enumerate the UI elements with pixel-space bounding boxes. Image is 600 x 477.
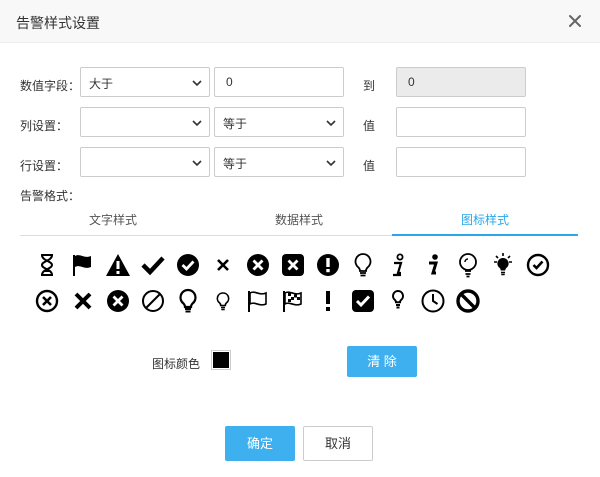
x-circle-solid-icon[interactable] (105, 288, 131, 314)
tab-data-style[interactable]: 数据样式 (206, 205, 392, 236)
icon-color-swatch[interactable] (211, 350, 231, 370)
column-select[interactable] (80, 107, 210, 137)
confirm-button[interactable]: 确定 (225, 426, 295, 461)
check-icon[interactable] (140, 252, 166, 278)
ban-outline-icon[interactable] (140, 288, 166, 314)
flag-icon[interactable] (70, 252, 96, 278)
numeric-field-label: 数值字段： (20, 79, 81, 93)
x-circle-outline-icon[interactable] (34, 288, 60, 314)
column-value-label: 值 (363, 119, 376, 133)
operator-select[interactable]: 大于 (80, 67, 210, 97)
chevron-down-icon (192, 80, 202, 87)
clear-button[interactable]: 清 除 (347, 346, 417, 377)
color-fill (213, 352, 229, 368)
to-label: 到 (363, 79, 376, 93)
ban-icon[interactable] (455, 288, 481, 314)
dialog-title: 告警样式设置 (16, 15, 100, 31)
checkered-flag-icon[interactable] (280, 288, 306, 314)
check-circle-outline-icon[interactable] (525, 252, 551, 278)
info-outline-icon[interactable] (385, 252, 411, 278)
warning-triangle-icon[interactable] (105, 252, 131, 278)
column-setting-label: 列设置： (20, 119, 69, 133)
to-value-text: 0 (408, 75, 415, 89)
x-bold-icon[interactable] (70, 288, 96, 314)
to-value-input[interactable]: 0 (396, 67, 526, 97)
x-icon[interactable] (210, 252, 236, 278)
icon-color-label: 图标颜色 (152, 357, 201, 371)
dialog-titlebar: 告警样式设置 (0, 0, 600, 43)
tab-text-style[interactable]: 文字样式 (20, 205, 206, 236)
lightbulb-circle-outline-icon[interactable] (455, 252, 481, 278)
chevron-down-icon (192, 120, 202, 127)
lightbulb-glow-icon[interactable] (490, 252, 516, 278)
x-square-icon[interactable] (280, 252, 306, 278)
check-square-icon[interactable] (350, 288, 376, 314)
check-circle-icon[interactable] (175, 252, 201, 278)
field-value-input[interactable]: 0 (214, 67, 344, 97)
row-value-label: 值 (363, 159, 376, 173)
lightbulb-tiny-icon[interactable] (385, 288, 411, 314)
clock-icon[interactable] (420, 288, 446, 314)
close-icon[interactable] (566, 12, 584, 30)
column-operator-select[interactable]: 等于 (214, 107, 344, 137)
info-icon[interactable] (420, 252, 446, 278)
hourglass-icon[interactable] (34, 252, 60, 278)
x-circle-icon[interactable] (245, 252, 271, 278)
operator-select-value: 大于 (89, 77, 114, 91)
exclamation-circle-icon[interactable] (315, 252, 341, 278)
row-setting-label: 行设置： (20, 159, 69, 173)
row-operator-value: 等于 (223, 157, 248, 171)
chevron-down-icon (192, 160, 202, 167)
lightbulb-small-icon[interactable] (210, 288, 236, 314)
row-select[interactable] (80, 147, 210, 177)
flag-outline-icon[interactable] (245, 288, 271, 314)
column-operator-value: 等于 (223, 117, 248, 131)
style-tabs: 文字样式 数据样式 图标样式 (20, 205, 578, 236)
lightbulb-outline-2-icon[interactable] (175, 288, 201, 314)
chevron-down-icon (326, 160, 336, 167)
chevron-down-icon (326, 120, 336, 127)
column-value-input[interactable] (396, 107, 526, 137)
lightbulb-outline-icon[interactable] (350, 252, 376, 278)
tab-icon-style[interactable]: 图标样式 (392, 205, 578, 236)
exclamation-icon[interactable] (315, 288, 341, 314)
row-operator-select[interactable]: 等于 (214, 147, 344, 177)
cancel-button[interactable]: 取消 (303, 426, 373, 461)
row-value-input[interactable] (396, 147, 526, 177)
alert-format-label: 告警格式： (20, 189, 81, 203)
field-value-text: 0 (226, 75, 233, 89)
